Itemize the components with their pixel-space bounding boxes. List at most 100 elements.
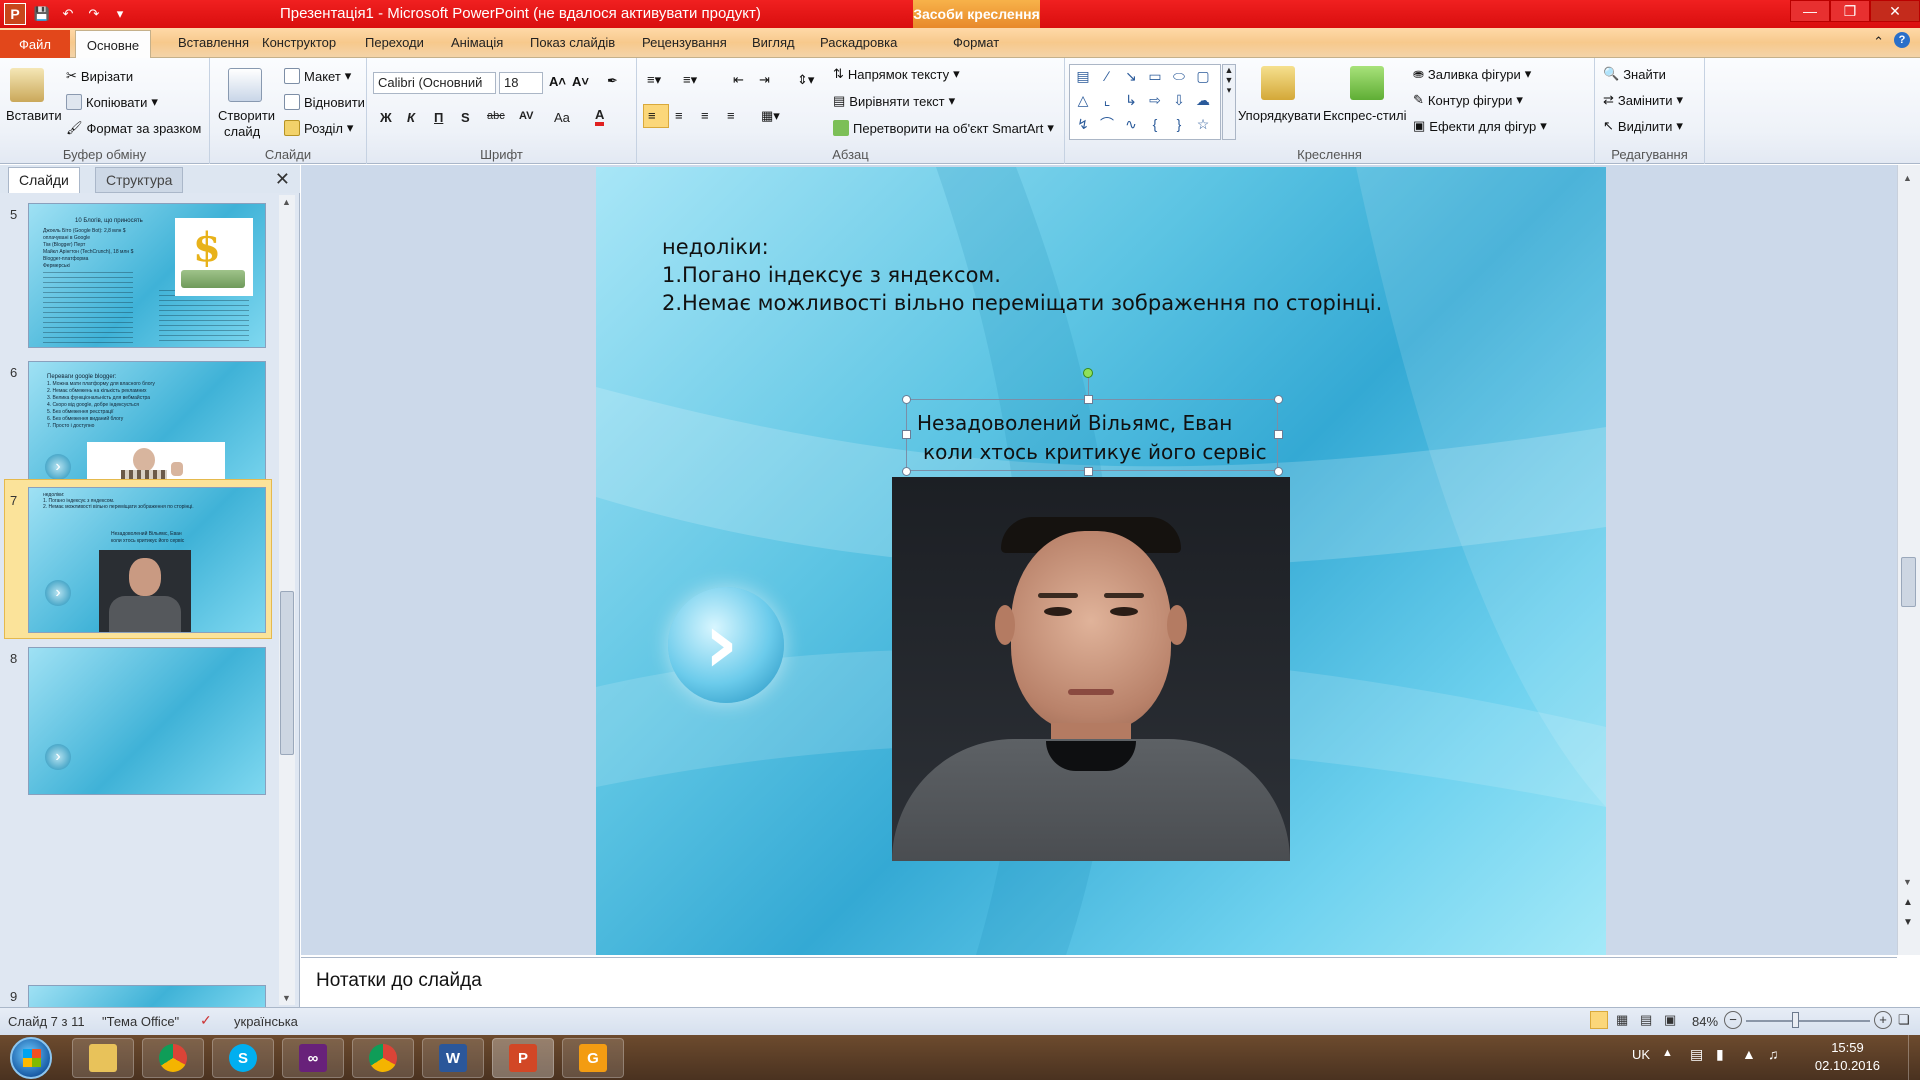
resize-handle[interactable] bbox=[902, 467, 911, 476]
arrange-icon[interactable] bbox=[1261, 66, 1295, 100]
tab-slideshow[interactable]: Показ слайдів bbox=[530, 35, 615, 50]
keyboard-language[interactable]: UK bbox=[1632, 1047, 1650, 1062]
notes-pane[interactable] bbox=[301, 957, 1897, 1007]
slideshow-view-icon[interactable]: ▣ bbox=[1664, 1012, 1676, 1028]
volume-tray-icon[interactable]: ♫ bbox=[1768, 1046, 1779, 1062]
reset-button[interactable]: Відновити bbox=[284, 94, 365, 110]
shadow-button[interactable]: S bbox=[461, 110, 470, 125]
strikethrough-button[interactable]: abc bbox=[487, 110, 505, 122]
slide-thumbnail-8[interactable]: › bbox=[28, 647, 266, 795]
italic-button[interactable]: К bbox=[407, 110, 415, 125]
rounded-rect-shape-icon[interactable]: ▢ bbox=[1194, 67, 1212, 85]
bold-button[interactable]: Ж bbox=[380, 110, 392, 125]
next-slide-icon[interactable]: ▼ bbox=[1903, 917, 1913, 928]
taskbar-clock[interactable]: 15:59 02.10.2016 bbox=[1815, 1039, 1880, 1075]
line-shape-icon[interactable]: ∕ bbox=[1098, 67, 1116, 85]
shrink-font-button[interactable]: A˅ bbox=[572, 74, 589, 89]
textbox-shape-icon[interactable]: ▤ bbox=[1074, 67, 1092, 85]
current-slide[interactable]: › недоліки: 1.Погано індексує з яндексом… bbox=[596, 167, 1606, 955]
cloud-shape-icon[interactable]: ☁ bbox=[1194, 91, 1212, 109]
align-center-icon[interactable]: ≡ bbox=[675, 108, 683, 123]
tab-slides-panel[interactable]: Слайди bbox=[8, 167, 80, 193]
scroll-thumb[interactable] bbox=[1901, 557, 1916, 607]
layout-button[interactable]: Макет ▾ bbox=[284, 68, 351, 84]
paste-icon[interactable] bbox=[10, 68, 44, 102]
taskbar-word[interactable]: W bbox=[422, 1038, 484, 1078]
triangle-shape-icon[interactable]: △ bbox=[1074, 91, 1092, 109]
tab-home[interactable]: Основне bbox=[75, 30, 151, 59]
help-icon[interactable]: ? bbox=[1894, 32, 1910, 48]
quick-styles-icon[interactable] bbox=[1350, 66, 1384, 100]
font-name-select[interactable]: Calibri (Основний bbox=[373, 72, 496, 94]
shapes-gallery-scroll[interactable]: ▲ ▼ ▾ bbox=[1222, 64, 1236, 140]
underline-button[interactable]: П bbox=[434, 110, 443, 125]
restore-button[interactable]: ❐ bbox=[1830, 0, 1870, 22]
tab-transitions[interactable]: Переходи bbox=[365, 35, 424, 50]
caption-textbox[interactable]: Незадоволений Вільямс, Еван коли хтось к… bbox=[906, 399, 1278, 471]
zoom-slider-track[interactable] bbox=[1746, 1020, 1870, 1022]
network-tray-icon[interactable]: ▤ bbox=[1690, 1046, 1703, 1063]
new-slide-button-line2[interactable]: слайд bbox=[224, 124, 260, 139]
tab-outline-panel[interactable]: Структура bbox=[95, 167, 184, 193]
scroll-up-icon[interactable]: ▲ bbox=[1903, 173, 1912, 183]
text-direction-button[interactable]: ⇅ Напрямок тексту ▾ bbox=[833, 66, 960, 82]
panel-scrollbar[interactable]: ▲ ▼ bbox=[279, 195, 295, 1005]
tab-view[interactable]: Вигляд bbox=[752, 35, 795, 50]
tab-animation[interactable]: Анімація bbox=[451, 35, 503, 50]
new-slide-button[interactable]: Створити bbox=[218, 108, 275, 123]
close-button[interactable]: ✕ bbox=[1870, 0, 1920, 22]
tray-expand-icon[interactable]: ▲ bbox=[1662, 1047, 1673, 1059]
customize-qat-icon[interactable]: ▾ bbox=[110, 4, 130, 24]
shape-outline-button[interactable]: ✎ Контур фігури ▾ bbox=[1413, 92, 1523, 108]
minimize-button[interactable]: — bbox=[1790, 0, 1830, 22]
down-arrow-shape-icon[interactable]: ⇩ bbox=[1170, 91, 1188, 109]
clear-format-icon[interactable]: ✒ bbox=[607, 73, 618, 89]
tab-insert[interactable]: Вставлення bbox=[178, 35, 249, 50]
freeform-shape-icon[interactable]: ↯ bbox=[1074, 115, 1092, 133]
oval-shape-icon[interactable]: ⬭ bbox=[1170, 67, 1188, 85]
reading-view-icon[interactable]: ▤ bbox=[1640, 1012, 1652, 1028]
select-button[interactable]: ↖ Виділити ▾ bbox=[1603, 118, 1683, 134]
star-shape-icon[interactable]: ☆ bbox=[1194, 115, 1212, 133]
align-right-icon[interactable]: ≡ bbox=[701, 108, 709, 123]
right-arrow-shape-icon[interactable]: ⇨ bbox=[1146, 91, 1164, 109]
previous-slide-icon[interactable]: ▲ bbox=[1903, 897, 1913, 908]
resize-handle[interactable] bbox=[1084, 467, 1093, 476]
font-size-select[interactable]: 18 bbox=[499, 72, 543, 94]
curve-shape-icon[interactable]: ∿ bbox=[1122, 115, 1140, 133]
undo-icon[interactable]: ↶ bbox=[58, 4, 78, 24]
elbow-connector-shape-icon[interactable]: ⌞ bbox=[1098, 91, 1116, 109]
decrease-indent-icon[interactable]: ⇤ bbox=[733, 72, 744, 88]
resize-handle[interactable] bbox=[902, 430, 911, 439]
numbering-icon[interactable]: ≡▾ bbox=[683, 72, 697, 88]
show-desktop-button[interactable] bbox=[1908, 1035, 1920, 1080]
right-brace-shape-icon[interactable]: } bbox=[1170, 115, 1188, 133]
zoom-level[interactable]: 84% bbox=[1692, 1014, 1718, 1029]
tab-format[interactable]: Формат bbox=[953, 35, 999, 50]
slide-thumbnail-7[interactable]: недоліки: 1. Погано індексує з яндексом.… bbox=[28, 487, 266, 633]
battery-tray-icon[interactable]: ▮ bbox=[1716, 1046, 1724, 1063]
line-spacing-icon[interactable]: ⇕▾ bbox=[797, 72, 814, 88]
new-slide-icon[interactable] bbox=[228, 68, 262, 102]
taskbar-pdf-app[interactable]: G bbox=[562, 1038, 624, 1078]
theme-name[interactable]: "Тема Office" bbox=[102, 1014, 179, 1029]
fit-to-window-icon[interactable]: ❏ bbox=[1898, 1012, 1910, 1028]
scroll-down-icon[interactable]: ▼ bbox=[282, 993, 291, 1003]
notes-placeholder[interactable]: Нотатки до слайда bbox=[316, 970, 482, 992]
shapes-gallery[interactable]: ▤ ∕ ↘ ▭ ⬭ ▢ △ ⌞ ↳ ⇨ ⇩ ☁ ↯ ⌒ ∿ { } ☆ bbox=[1069, 64, 1221, 140]
slide-thumbnail-5[interactable]: 10 Блогів, що приносять Джоель Біто (Goo… bbox=[28, 203, 266, 348]
slide-body-text[interactable]: недоліки: 1.Погано індексує з яндексом. … bbox=[662, 233, 1382, 317]
zoom-out-icon[interactable]: − bbox=[1724, 1011, 1742, 1029]
zoom-slider-thumb[interactable] bbox=[1792, 1012, 1799, 1028]
resize-handle[interactable] bbox=[902, 395, 911, 404]
save-icon[interactable]: 💾 bbox=[32, 4, 52, 24]
close-icon[interactable]: ✕ bbox=[275, 169, 290, 190]
taskbar-powerpoint[interactable]: P bbox=[492, 1038, 554, 1078]
find-button[interactable]: 🔍 Знайти bbox=[1603, 66, 1666, 82]
quick-styles-button[interactable]: Експрес-стилі bbox=[1323, 108, 1407, 123]
columns-icon[interactable]: ▦▾ bbox=[761, 108, 780, 124]
resize-handle[interactable] bbox=[1274, 467, 1283, 476]
taskbar-chrome[interactable] bbox=[142, 1038, 204, 1078]
replace-button[interactable]: ⇄ Замінити ▾ bbox=[1603, 92, 1683, 108]
align-text-button[interactable]: ▤ Вирівняти текст ▾ bbox=[833, 93, 955, 109]
